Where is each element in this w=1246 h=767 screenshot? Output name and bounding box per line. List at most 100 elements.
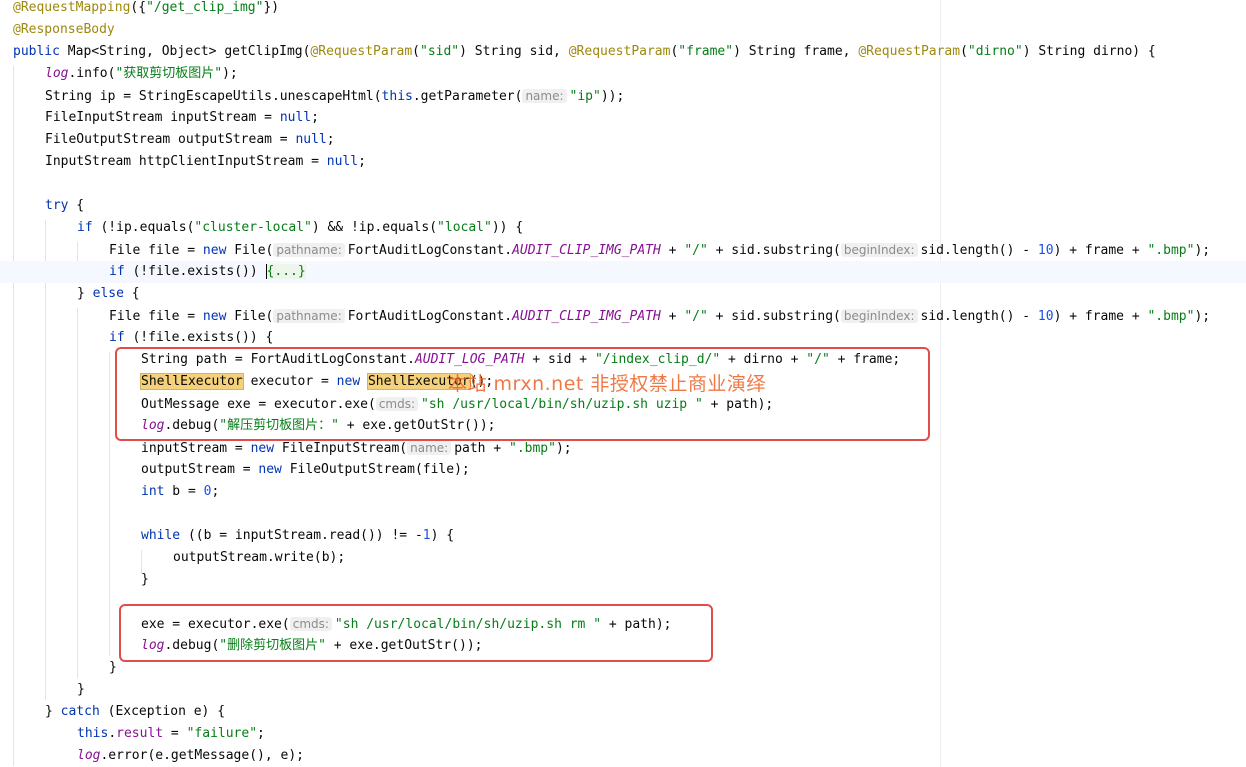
code-token: inputStream = xyxy=(141,441,251,456)
code-line[interactable]: File file = new File(pathname: FortAuditL… xyxy=(0,305,1246,327)
code-line-content: if (!file.exists()) { xyxy=(0,330,273,345)
code-line-content: public Map<String, Object> getClipImg(@R… xyxy=(0,44,1156,59)
code-token: outputStream.write(b); xyxy=(173,550,346,565)
code-token: } xyxy=(109,660,117,675)
code-line-content: } xyxy=(0,660,117,675)
code-token: ); xyxy=(1194,243,1211,258)
code-token: path + xyxy=(454,441,509,456)
code-token: "sid" xyxy=(420,44,460,59)
code-line[interactable]: @RequestMapping({"/get_clip_img"}) xyxy=(0,0,1246,19)
code-token: } xyxy=(45,704,61,719)
code-line-content: InputStream httpClientInputStream = null… xyxy=(0,154,366,169)
code-line-content: @RequestMapping({"/get_clip_img"}) xyxy=(0,0,279,15)
code-token: } xyxy=(77,682,85,697)
code-token: ) + frame + xyxy=(1053,243,1148,258)
parameter-hint: beginIndex: xyxy=(840,243,918,257)
code-line[interactable]: String ip = StringEscapeUtils.unescapeHt… xyxy=(0,85,1246,107)
code-token: }) xyxy=(263,0,280,15)
code-line-content: try { xyxy=(0,198,84,213)
code-line[interactable]: @ResponseBody xyxy=(0,19,1246,41)
code-token: "/get_clip_img" xyxy=(146,0,264,15)
code-token: ".bmp" xyxy=(1147,243,1195,258)
code-token: + sid.substring( xyxy=(707,309,841,324)
code-line[interactable]: FileOutputStream outputStream = null; xyxy=(0,129,1246,151)
code-line[interactable]: } else { xyxy=(0,283,1246,305)
code-token: ); xyxy=(1194,309,1211,324)
code-line[interactable]: log.info("获取剪切板图片"); xyxy=(0,63,1246,85)
code-line[interactable]: } xyxy=(0,569,1246,591)
code-line[interactable]: } xyxy=(0,679,1246,701)
code-line[interactable]: if (!file.exists()) { xyxy=(0,327,1246,349)
code-token: sid.length() - xyxy=(920,243,1038,258)
code-token: "dirno" xyxy=(967,44,1023,59)
code-token: while xyxy=(141,528,181,543)
code-line[interactable]: int b = 0; xyxy=(0,481,1246,503)
code-line[interactable]: File file = new File(pathname: FortAuditL… xyxy=(0,239,1246,261)
code-line[interactable]: if (!ip.equals("cluster-local") && !ip.e… xyxy=(0,217,1246,239)
code-token: this xyxy=(77,726,109,741)
code-token: (!file.exists()) { xyxy=(124,330,274,345)
code-token: @RequestMapping xyxy=(13,0,131,15)
code-token: catch xyxy=(60,704,100,719)
code-line[interactable]: FileInputStream inputStream = null; xyxy=(0,107,1246,129)
code-token: @ResponseBody xyxy=(13,22,115,37)
code-token: ) String frame, xyxy=(733,44,859,59)
code-token: @RequestParam xyxy=(858,44,961,59)
code-line-content: FileInputStream inputStream = null; xyxy=(0,110,319,125)
code-line[interactable]: if (!file.exists()) {...} xyxy=(0,261,1246,283)
code-token: ; xyxy=(358,154,366,169)
code-token: { xyxy=(68,198,85,213)
code-token: int xyxy=(141,484,165,499)
code-token: File file = xyxy=(109,243,203,258)
code-token: "/" xyxy=(684,243,708,258)
code-line-content: } else { xyxy=(0,286,140,301)
code-line[interactable]: this.result = "failure"; xyxy=(0,723,1246,745)
code-token: log xyxy=(77,748,101,763)
code-token: ) + frame + xyxy=(1053,309,1148,324)
code-token: "获取剪切板图片" xyxy=(115,66,223,81)
code-token: 1 xyxy=(422,528,431,543)
code-token: FileOutputStream outputStream = xyxy=(45,132,296,147)
parameter-hint: beginIndex: xyxy=(840,309,918,323)
code-token: new xyxy=(258,462,282,477)
code-token: ({ xyxy=(130,0,147,15)
code-line[interactable]: log.error(e.getMessage(), e); xyxy=(0,745,1246,767)
code-line-content: outputStream = new FileOutputStream(file… xyxy=(0,462,470,477)
code-token: try xyxy=(45,198,69,213)
parameter-hint: name: xyxy=(407,441,452,455)
code-line[interactable]: InputStream httpClientInputStream = null… xyxy=(0,151,1246,173)
code-token: 10 xyxy=(1037,243,1054,258)
code-token: ) String sid, xyxy=(459,44,569,59)
code-token: sid.length() - xyxy=(920,309,1038,324)
code-token: FileInputStream inputStream = xyxy=(45,110,280,125)
code-line[interactable]: while ((b = inputStream.read()) != -1) { xyxy=(0,525,1246,547)
code-token: } xyxy=(141,572,149,587)
code-line[interactable] xyxy=(0,173,1246,195)
code-line-content: if (!file.exists()) {...} xyxy=(0,264,306,279)
parameter-hint: pathname: xyxy=(273,243,345,257)
code-line[interactable] xyxy=(0,503,1246,525)
code-line[interactable]: } catch (Exception e) { xyxy=(0,701,1246,723)
code-token: )) { xyxy=(491,220,524,235)
code-line[interactable]: outputStream = new FileOutputStream(file… xyxy=(0,459,1246,481)
code-line-content: if (!ip.equals("cluster-local") && !ip.e… xyxy=(0,220,523,235)
code-token: ( xyxy=(960,44,968,59)
code-token: null xyxy=(295,132,327,147)
code-token: ( xyxy=(412,44,420,59)
code-token: if xyxy=(109,264,125,279)
code-token: 10 xyxy=(1037,309,1054,324)
code-token: FileOutputStream(file); xyxy=(281,462,470,477)
code-line[interactable]: outputStream.write(b); xyxy=(0,547,1246,569)
code-token: AUDIT_CLIP_IMG_PATH xyxy=(512,309,661,324)
highlight-box-rm xyxy=(119,604,713,662)
code-line[interactable]: try { xyxy=(0,195,1246,217)
code-token: if xyxy=(109,330,125,345)
folded-code-block[interactable]: {...} xyxy=(266,264,306,279)
code-line[interactable]: public Map<String, Object> getClipImg(@R… xyxy=(0,41,1246,63)
code-token: (!file.exists()) xyxy=(124,264,266,279)
code-token: new xyxy=(250,441,275,456)
code-token: ((b = inputStream.read()) != - xyxy=(180,528,423,543)
code-token: File( xyxy=(226,309,274,324)
code-token: public xyxy=(13,44,60,59)
code-token: = xyxy=(163,726,187,741)
